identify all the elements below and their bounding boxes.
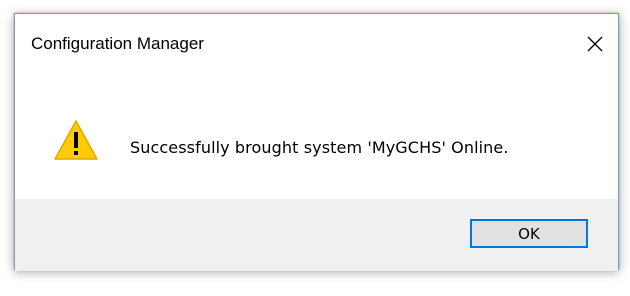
window-title: Configuration Manager xyxy=(31,34,204,53)
message-dialog: Configuration Manager Successfully broug… xyxy=(14,13,619,271)
ok-button[interactable]: OK xyxy=(470,219,588,248)
close-button[interactable] xyxy=(572,14,618,74)
warning-icon xyxy=(54,120,98,160)
dialog-content: Successfully brought system 'MyGCHS' Onl… xyxy=(15,74,618,199)
button-bar: OK xyxy=(15,199,618,271)
close-icon xyxy=(587,36,603,52)
message-text: Successfully brought system 'MyGCHS' Onl… xyxy=(130,138,509,157)
screenshot-background: Configuration Manager Successfully broug… xyxy=(0,0,630,296)
title-bar: Configuration Manager xyxy=(15,14,618,74)
